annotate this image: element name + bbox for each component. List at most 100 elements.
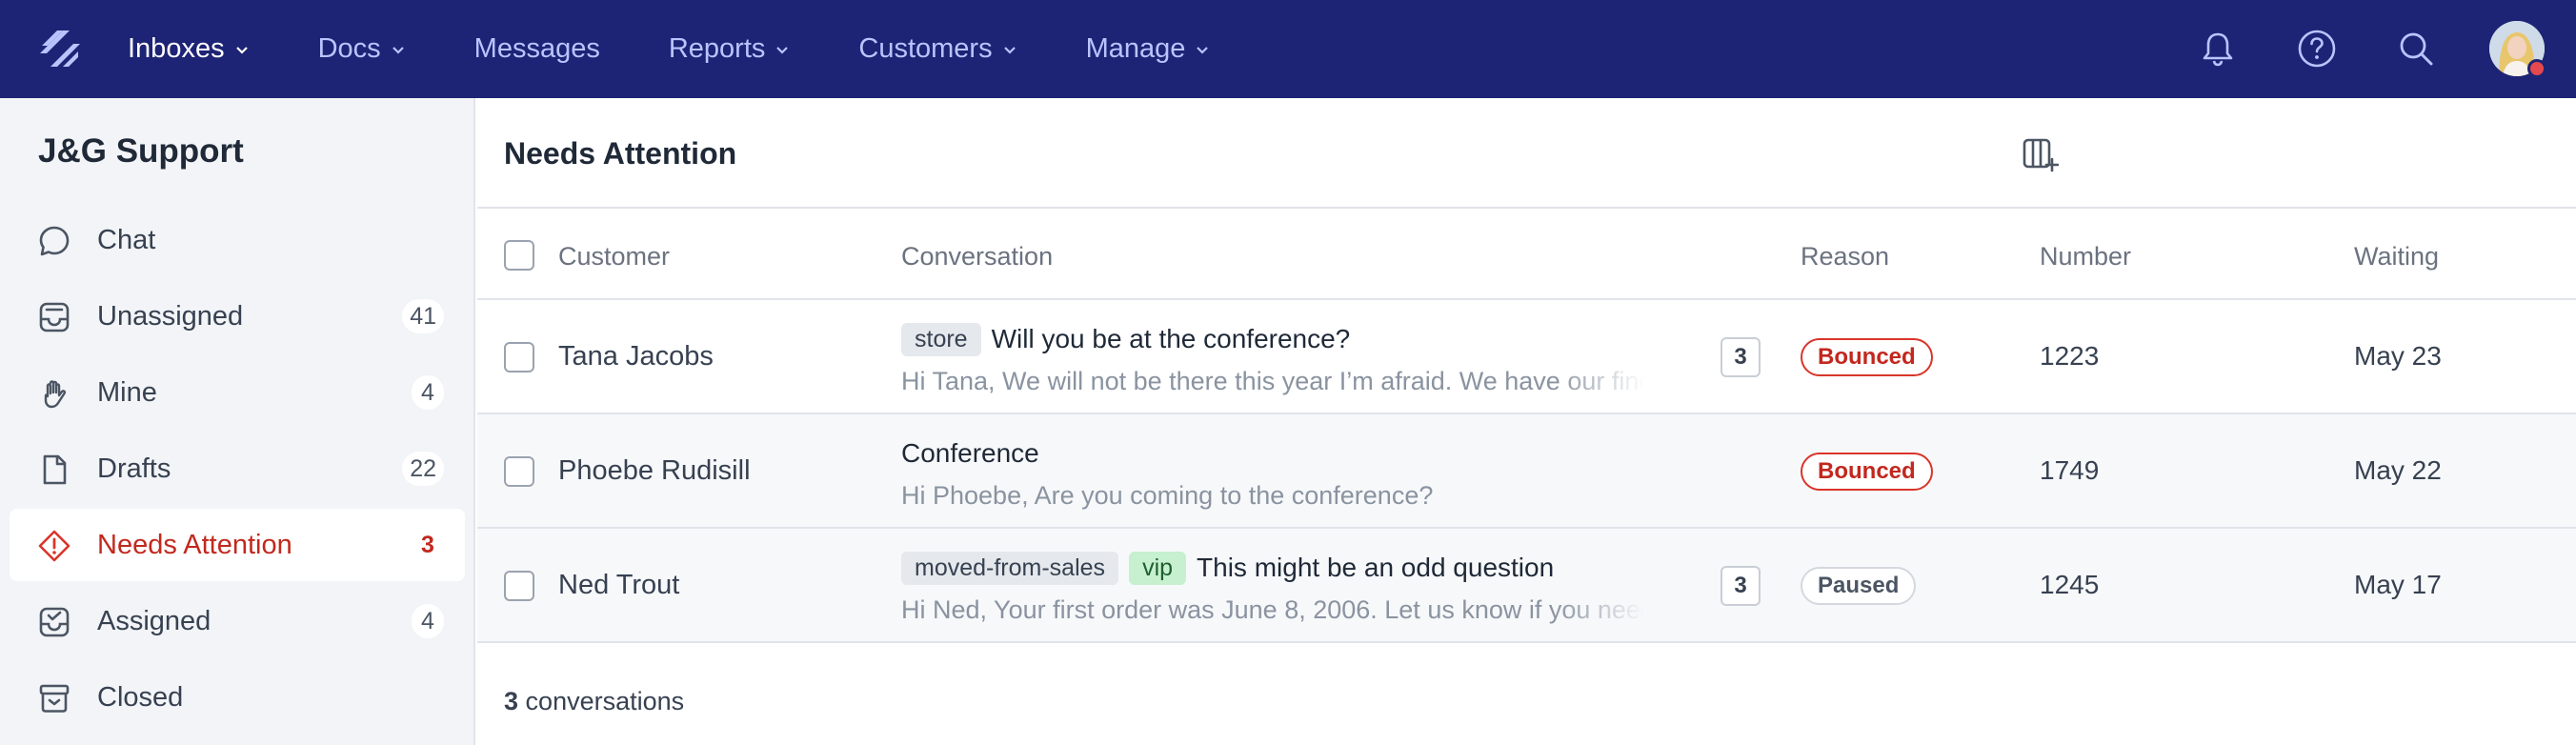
archive-icon xyxy=(39,684,70,713)
conversation-preview: Hi Ned, Your first order was June 8, 200… xyxy=(901,595,1644,624)
sidebar-item-assigned[interactable]: Assigned 4 xyxy=(10,585,465,657)
conversation-subject[interactable]: Will you be at the conference? xyxy=(992,324,1351,354)
reason-badge: Paused xyxy=(1801,567,1917,605)
hand-icon xyxy=(44,380,67,409)
conversation-subject-line: Conference xyxy=(901,435,1039,472)
search-button[interactable] xyxy=(2394,27,2438,70)
column-header-conversation[interactable]: Conversation xyxy=(901,242,1053,272)
unassigned-count-badge: 41 xyxy=(402,299,444,333)
sidebar-item-needs-attention[interactable]: Needs Attention 3 xyxy=(10,509,465,581)
nav-manage-label: Manage xyxy=(1085,33,1186,64)
top-navigation-bar: Inboxes Docs Messages Reports Customers … xyxy=(0,0,2576,98)
column-header-number[interactable]: Number xyxy=(2040,242,2131,272)
sidebar: J&G Support Chat Unassigned 41 Mine 4 Dr… xyxy=(0,98,475,745)
conversation-subject-line: store Will you be at the conference? xyxy=(901,321,1350,357)
column-header-customer[interactable]: Customer xyxy=(558,242,670,272)
waiting-date: May 22 xyxy=(2354,455,2442,485)
sidebar-item-label: Closed xyxy=(97,681,184,713)
drafts-count-badge: 22 xyxy=(402,452,444,486)
conversation-count-footer: 3 conversations xyxy=(504,687,684,716)
mailbox-title: J&G Support xyxy=(38,132,244,170)
tag[interactable]: vip xyxy=(1129,551,1187,585)
sidebar-item-closed[interactable]: Closed xyxy=(10,661,465,734)
sidebar-item-label: Mine xyxy=(97,376,157,408)
sidebar-item-unassigned[interactable]: Unassigned 41 xyxy=(10,280,465,352)
nav-reports[interactable]: Reports xyxy=(669,33,791,65)
chevron-down-icon xyxy=(776,46,789,54)
column-header-reason[interactable]: Reason xyxy=(1801,242,1889,272)
tag[interactable]: moved-from-sales xyxy=(901,551,1119,585)
chevron-down-icon xyxy=(235,46,248,54)
sidebar-item-drafts[interactable]: Drafts 22 xyxy=(10,433,465,505)
chevron-down-icon xyxy=(392,46,404,54)
assigned-count-badge: 4 xyxy=(412,604,444,638)
chat-bubble-icon xyxy=(39,226,70,256)
folder-header: Needs Attention xyxy=(477,98,2576,209)
nav-manage[interactable]: Manage xyxy=(1086,33,1211,65)
notifications-button[interactable] xyxy=(2196,27,2240,70)
chevron-down-icon xyxy=(1197,46,1209,54)
conversation-subject-line: moved-from-sales vip This might be an od… xyxy=(901,550,1554,586)
sidebar-item-chat[interactable]: Chat xyxy=(10,204,465,276)
bell-icon xyxy=(2203,32,2233,67)
nav-messages-label: Messages xyxy=(473,33,600,64)
thread-count-badge: 3 xyxy=(1721,566,1761,606)
table-row[interactable]: Tana Jacobs store Will you be at the con… xyxy=(477,300,2576,414)
waiting-date: May 17 xyxy=(2354,570,2442,599)
conversation-number: 1749 xyxy=(2040,455,2100,485)
sidebar-item-label: Drafts xyxy=(97,453,171,484)
inbox-check-icon xyxy=(39,607,70,637)
help-button[interactable] xyxy=(2295,27,2339,70)
status-indicator xyxy=(2527,59,2546,78)
customer-name[interactable]: Tana Jacobs xyxy=(558,341,714,372)
row-checkbox[interactable] xyxy=(504,342,534,372)
thread-count-badge: 3 xyxy=(1721,337,1761,377)
sidebar-item-label: Needs Attention xyxy=(97,529,292,560)
conversation-preview: Hi Tana, We will not be there this year … xyxy=(901,367,1644,395)
tag[interactable]: store xyxy=(901,322,981,356)
nav-docs-label: Docs xyxy=(317,33,381,64)
helpscout-logo-icon[interactable] xyxy=(38,27,82,70)
table-row[interactable]: Phoebe Rudisill Conference Hi Phoebe, Ar… xyxy=(477,414,2576,529)
sidebar-item-label: Unassigned xyxy=(97,300,244,332)
search-icon xyxy=(2400,32,2433,66)
waiting-date: May 23 xyxy=(2354,341,2442,371)
nav-reports-label: Reports xyxy=(668,33,766,64)
document-icon xyxy=(43,454,67,485)
alert-octagon-icon xyxy=(38,530,70,562)
column-header-waiting[interactable]: Waiting xyxy=(2354,242,2439,272)
reason-badge: Bounced xyxy=(1801,338,1933,376)
conversation-subject[interactable]: Conference xyxy=(901,438,1039,469)
column-settings-icon[interactable] xyxy=(2021,134,2059,172)
nav-customers-label: Customers xyxy=(858,33,993,64)
conversation-count: 3 xyxy=(504,687,519,715)
sidebar-item-label: Chat xyxy=(97,224,156,255)
conversation-subject[interactable]: This might be an odd question xyxy=(1197,553,1554,583)
customer-name[interactable]: Phoebe Rudisill xyxy=(558,455,751,487)
conversation-number: 1245 xyxy=(2040,570,2100,599)
conversation-number: 1223 xyxy=(2040,341,2100,371)
customer-name[interactable]: Ned Trout xyxy=(558,570,679,601)
select-all-checkbox[interactable] xyxy=(504,240,534,271)
page-title: Needs Attention xyxy=(504,136,737,171)
main-nav: Inboxes Docs Messages Reports Customers … xyxy=(128,0,1278,98)
chevron-down-icon xyxy=(1003,46,1016,54)
nav-inboxes[interactable]: Inboxes xyxy=(128,33,250,65)
row-checkbox[interactable] xyxy=(504,456,534,487)
inbox-tray-icon xyxy=(39,302,70,332)
table-row[interactable]: Ned Trout moved-from-sales vip This migh… xyxy=(477,529,2576,643)
table-header: Customer Conversation Reason Number Wait… xyxy=(477,211,2576,300)
row-checkbox[interactable] xyxy=(504,571,534,601)
sidebar-item-mine[interactable]: Mine 4 xyxy=(10,356,465,429)
nav-inboxes-label: Inboxes xyxy=(128,33,225,64)
conversation-count-label: conversations xyxy=(525,687,685,715)
mine-count-badge: 4 xyxy=(412,375,444,410)
needs-attention-count-badge: 3 xyxy=(421,531,434,558)
reason-badge: Bounced xyxy=(1801,453,1933,491)
conversation-preview: Hi Phoebe, Are you coming to the confere… xyxy=(901,481,1434,510)
nav-customers[interactable]: Customers xyxy=(858,33,1016,65)
nav-docs[interactable]: Docs xyxy=(318,33,406,65)
nav-messages[interactable]: Messages xyxy=(474,33,600,65)
sidebar-item-label: Assigned xyxy=(97,605,211,636)
help-icon xyxy=(2298,30,2336,68)
